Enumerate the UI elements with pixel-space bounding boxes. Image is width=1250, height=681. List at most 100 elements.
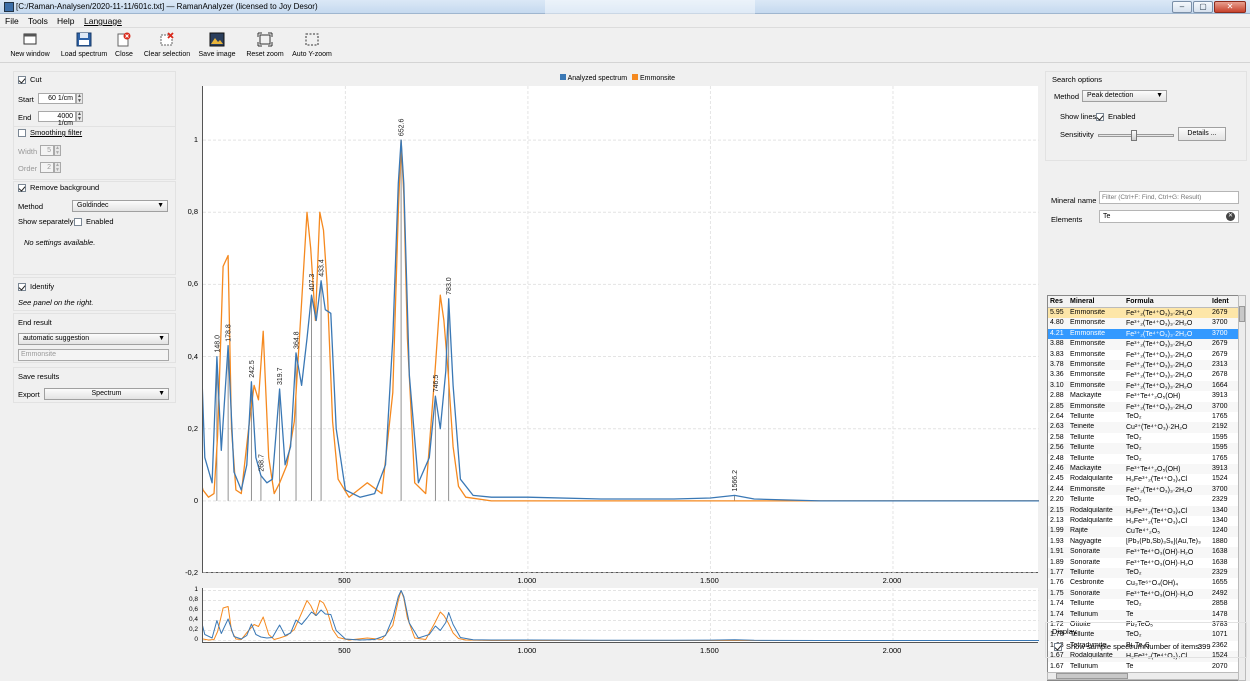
table-row[interactable]: 3.78 Emmonsite Fe³⁺₂(Te⁴⁺O₃)₃·2H₂O 2313 [1048,360,1238,371]
table-row[interactable]: 3.83 Emmonsite Fe³⁺₂(Te⁴⁺O₃)₃·2H₂O 2679 [1048,350,1238,360]
table-row[interactable]: 3.88 Emmonsite Fe³⁺₂(Te⁴⁺O₃)₃·2H₂O 2679 [1048,339,1238,350]
save-image-button[interactable]: Save image [197,30,237,62]
overview-plot[interactable] [184,588,1039,643]
cell-res: 3.88 [1050,340,1064,348]
load-spectrum-button[interactable]: Load spectrum [59,30,109,62]
menu-help[interactable]: Help [57,16,74,26]
table-row[interactable]: 1.93 Nagyagite [Pb₃(Pb,Sb)₃S₆](Au,Te)₃ 1880 [1048,537,1238,547]
col-res[interactable]: Res [1050,298,1063,305]
table-row[interactable]: 1.91 Sonoraite Fe³⁺Te⁴⁺O₃(OH)·H₂O 1638 [1048,547,1238,558]
auto-y-zoom-label: Auto Y-zoom [292,51,332,58]
cell-ident: 1664 [1212,381,1228,389]
end-result-field[interactable]: Emmonsite [18,349,169,361]
scroll-thumb[interactable] [1239,306,1245,322]
cell-res: 1.77 [1050,569,1064,576]
elements-input[interactable]: Te ✕ [1099,210,1239,223]
col-formula[interactable]: Formula [1126,298,1154,305]
search-options-group: Search options Method Peak detection ▼ Sh… [1045,71,1247,161]
table-row[interactable]: 2.44 Emmonsite Fe³⁺₂(Te⁴⁺O₃)₃·2H₂O 3700 [1048,484,1238,496]
table-horizontal-scrollbar[interactable] [1047,672,1239,680]
sensitivity-slider[interactable] [1098,130,1174,141]
cell-mineral: Tellurium [1070,662,1099,670]
show-lines-checkbox[interactable] [1096,113,1104,121]
order-spin-arrows[interactable]: ▲ ▼ [54,162,61,173]
table-row[interactable]: 2.64 Tellurite TeO₂ 1765 [1048,412,1238,422]
table-row[interactable]: 2.85 Emmonsite Fe³⁺₂(Te⁴⁺O₃)₃·2H₂O 3700 [1048,401,1238,412]
table-row[interactable]: 1.77 Tellurite TeO₂ 2329 [1048,568,1238,579]
minimize-button[interactable]: ‒ [1172,1,1192,13]
table-row[interactable]: 2.63 Teineite Cu²⁺(Te⁴⁺O₃)·2H₂O 2192 [1048,422,1238,433]
menu-language[interactable]: Language [84,16,122,26]
table-row[interactable]: 1.75 Sonoraite Fe³⁺Te⁴⁺O₃(OH)·H₂O 2492 [1048,588,1238,600]
clear-icon[interactable]: ✕ [1226,212,1235,221]
close-window-button[interactable]: ✕ [1214,1,1246,13]
sensitivity-slider-thumb[interactable] [1131,130,1138,141]
main-plot-svg[interactable]: 97.0148.0178.8242.5268.7319.7364.8407.34… [184,86,1039,574]
legend-emmonsite[interactable]: Emmonsite [640,75,675,82]
mineral-name-input[interactable] [1099,191,1239,204]
identify-checkbox[interactable] [18,283,26,291]
show-separately-label: Show separately [18,217,74,226]
table-row[interactable]: 1.74 Tellurite TeO₂ 2858 [1048,599,1238,609]
close-button[interactable]: Close [112,30,136,62]
table-row[interactable]: 4.21 Emmonsite Fe³⁺₂(Te⁴⁺O₃)₃·2H₂O 3700 [1048,328,1238,340]
table-row[interactable]: 2.56 Tellurite TeO₂ 1595 [1048,443,1238,454]
clear-selection-button[interactable]: Clear selection [142,30,192,62]
cell-ident: 1880 [1212,537,1228,545]
cell-ident: 3700 [1212,319,1228,327]
table-row[interactable]: 2.45 Rodalquilarite H₃Fe³⁺₂(Te⁴⁺O₃)₄Cl 1524 [1048,474,1238,484]
width-spin-arrows[interactable]: ▲ ▼ [54,145,61,156]
menu-tools[interactable]: Tools [28,16,48,26]
export-combo[interactable]: Spectrum ▼ [44,388,169,400]
menu-file[interactable]: File [5,16,19,26]
y-tick-label: 0,4 [187,351,198,361]
table-row[interactable]: 2.15 Rodalquilarite H₃Fe³⁺₂(Te⁴⁺O₃)₄Cl 1340 [1048,505,1238,516]
end-spinbox[interactable]: 4000 1/cm [38,111,76,127]
table-row[interactable]: 5.95 Emmonsite Fe³⁺₂(Te⁴⁺O₃)₃·2H₂O 2679 [1048,308,1238,319]
end-spin-arrows[interactable]: ▲ ▼ [76,111,83,122]
order-spinbox[interactable]: 2 [40,162,54,173]
col-mineral[interactable]: Mineral [1070,298,1095,305]
table-row[interactable]: 2.58 Tellurite TeO₂ 1595 [1048,433,1238,443]
table-row[interactable]: 1.76 Cesbronite Cu₃Te⁶⁺O₄(OH)₄ 1655 [1048,578,1238,588]
table-row[interactable]: 1.74 Tellurium Te 1478 [1048,609,1238,620]
end-result-combo[interactable]: automatic suggestion ▼ [18,333,169,345]
table-row[interactable]: 1.99 Rajite CuTe⁴⁺₂O₅ 1240 [1048,526,1238,537]
col-ident[interactable]: Ident [1212,298,1229,305]
cell-mineral: Tellurite [1070,413,1095,420]
start-spinbox[interactable]: 60 1/cm [38,93,76,104]
width-spinbox[interactable]: 5 [40,145,54,156]
main-plot[interactable]: 97.0148.0178.8242.5268.7319.7364.8407.34… [184,86,1039,574]
table-row[interactable]: 2.20 Tellurite TeO₂ 2329 [1048,495,1238,505]
table-row[interactable]: 3.10 Emmonsite Fe³⁺₂(Te⁴⁺O₃)₃·2H₂O 1664 [1048,380,1238,392]
legend-analyzed[interactable]: Analyzed spectrum [568,75,628,82]
start-spin-arrows[interactable]: ▲ ▼ [76,93,83,104]
table-row[interactable]: 2.88 Mackayite Fe³⁺Te⁴⁺₂O₅(OH) 3913 [1048,391,1238,401]
new-window-button[interactable]: New window [8,30,52,62]
cell-mineral: Tellurite [1070,454,1095,462]
cell-formula: Te [1126,610,1134,618]
table-row[interactable]: 2.13 Rodalquilarite H₃Fe³⁺₂(Te⁴⁺O₃)₄Cl 1340 [1048,516,1238,526]
table-row[interactable]: 4.80 Emmonsite Fe³⁺₂(Te⁴⁺O₃)₃·2H₂O 3700 [1048,318,1238,329]
table-row[interactable]: 3.36 Emmonsite Fe³⁺₂(Te⁴⁺O₃)₃·2H₂O 2678 [1048,370,1238,380]
show-sample-checkbox[interactable] [1054,643,1062,651]
smoothing-group: Smoothing filter Width 5 ▲ ▼ Order 2 ▲ ▼ [13,126,176,180]
maximize-button[interactable]: ▢ [1193,1,1213,13]
auto-y-zoom-button[interactable]: Auto Y-zoom [290,30,334,62]
reset-zoom-button[interactable]: Reset zoom [244,30,286,62]
cut-checkbox[interactable] [18,76,26,84]
search-method-combo[interactable]: Peak detection ▼ [1082,90,1167,102]
table-row[interactable]: 2.48 Tellurite TeO₂ 1765 [1048,454,1238,464]
cell-mineral: Mackayite [1070,392,1102,400]
smoothing-checkbox[interactable] [18,129,26,137]
show-separately-checkbox[interactable] [74,218,82,226]
elements-value: Te [1103,213,1111,220]
cell-formula: Fe³⁺₂(Te⁴⁺O₃)₃·2H₂O [1126,351,1193,359]
remove-background-checkbox[interactable] [18,184,26,192]
table-row[interactable]: 1.89 Sonoraite Fe³⁺Te⁴⁺O₃(OH)·H₂O 1638 [1048,558,1238,568]
table-row[interactable]: 2.46 Mackayite Fe³⁺Te⁴⁺₂O₅(OH) 3913 [1048,464,1238,475]
bg-method-combo[interactable]: Goldindec ▼ [72,200,168,212]
details-button[interactable]: Details ... [1178,127,1226,141]
overview-plot-svg[interactable] [184,588,1039,643]
table-row[interactable]: 1.67 Tellurium Te 2070 [1048,662,1238,672]
